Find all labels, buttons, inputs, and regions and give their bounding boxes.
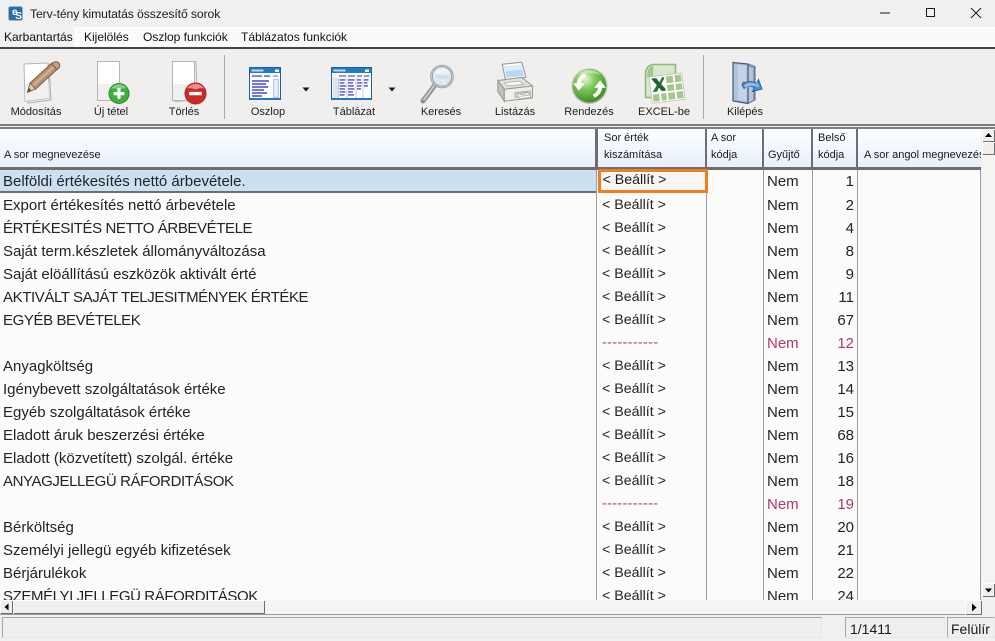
svg-text:S: S <box>15 11 22 21</box>
